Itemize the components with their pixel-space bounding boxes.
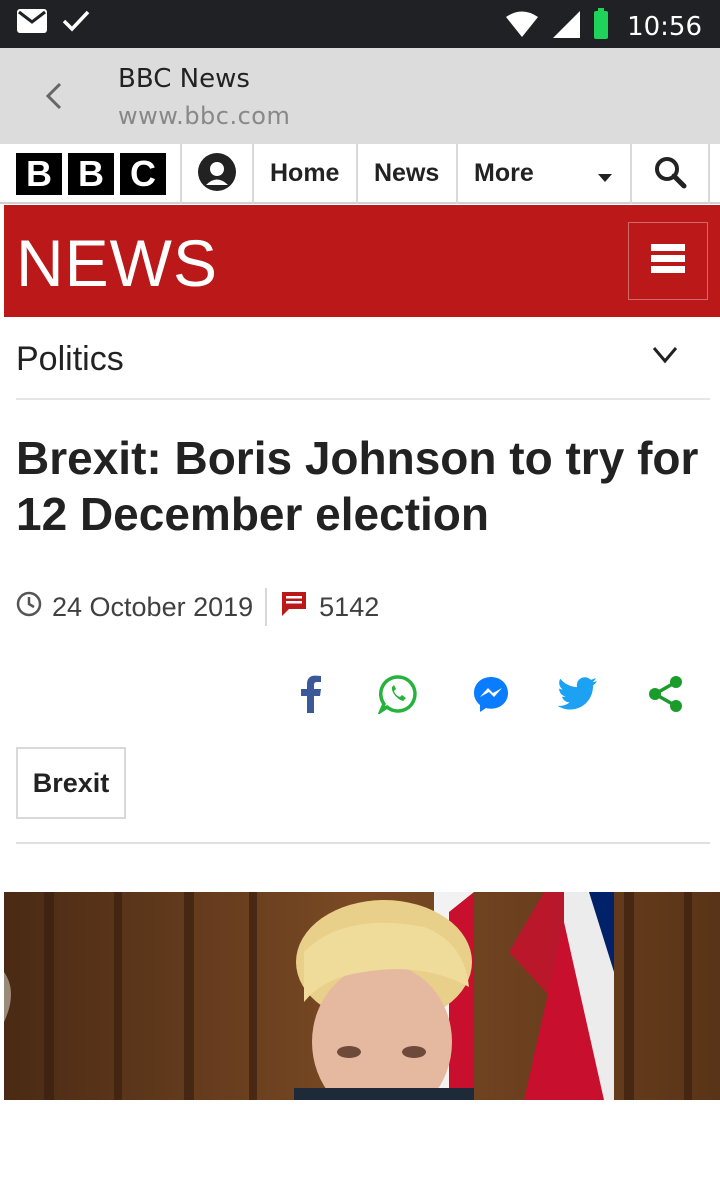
article-image [4,892,720,1100]
clock-icon [16,591,42,624]
article-meta: 24 October 2019 5142 [16,588,379,626]
bbc-logo-letter: B [68,153,114,195]
nav-divider [708,144,710,204]
account-button[interactable] [182,144,252,204]
share-tools [0,668,720,720]
nav-divider [356,144,358,204]
bbc-logo-letter: C [120,153,166,195]
comment-count: 5142 [319,591,380,622]
nav-divider [456,144,458,204]
news-logo[interactable]: NEWS [16,225,218,301]
hamburger-icon [651,243,685,279]
chevron-down-icon [652,346,678,369]
battery-icon [593,8,609,45]
nav-divider [252,144,254,204]
account-icon [197,152,237,197]
nav-item-news[interactable]: News [374,144,439,204]
wifi-icon [505,10,539,43]
check-icon [62,9,90,38]
back-icon[interactable] [36,76,76,116]
page-url[interactable]: www.bbc.com [118,102,290,130]
section-selector[interactable]: Politics [16,318,710,400]
bbc-navigation: B B C Home News More [0,144,720,204]
status-bar: 10:56 [0,0,720,48]
caret-down-icon[interactable] [598,170,612,188]
comments-link[interactable]: 5142 [267,591,379,624]
nav-item-more[interactable]: More [474,144,534,204]
page-title: BBC News [118,64,250,94]
browser-bar: BBC News www.bbc.com [0,48,720,144]
search-button[interactable] [632,144,708,204]
mail-icon [16,8,48,39]
news-banner: NEWS [4,205,720,317]
menu-button[interactable] [628,222,708,300]
divider [16,842,710,844]
section-label: Politics [16,340,124,378]
share-icon[interactable] [646,674,686,714]
comment-icon [281,591,307,624]
status-time: 10:56 [627,11,702,42]
topic-tag[interactable]: Brexit [16,747,126,819]
whatsapp-icon[interactable] [378,674,418,714]
messenger-icon[interactable] [471,674,511,714]
search-icon [653,155,687,194]
twitter-icon[interactable] [558,674,598,714]
bbc-logo-letter: B [16,153,62,195]
article-date: 24 October 2019 [52,591,254,622]
article-headline: Brexit: Boris Johnson to try for 12 Dece… [16,432,699,540]
facebook-icon[interactable] [291,674,331,714]
signal-icon [551,9,581,44]
nav-item-home[interactable]: Home [270,144,339,204]
bbc-logo[interactable]: B B C [16,153,166,195]
